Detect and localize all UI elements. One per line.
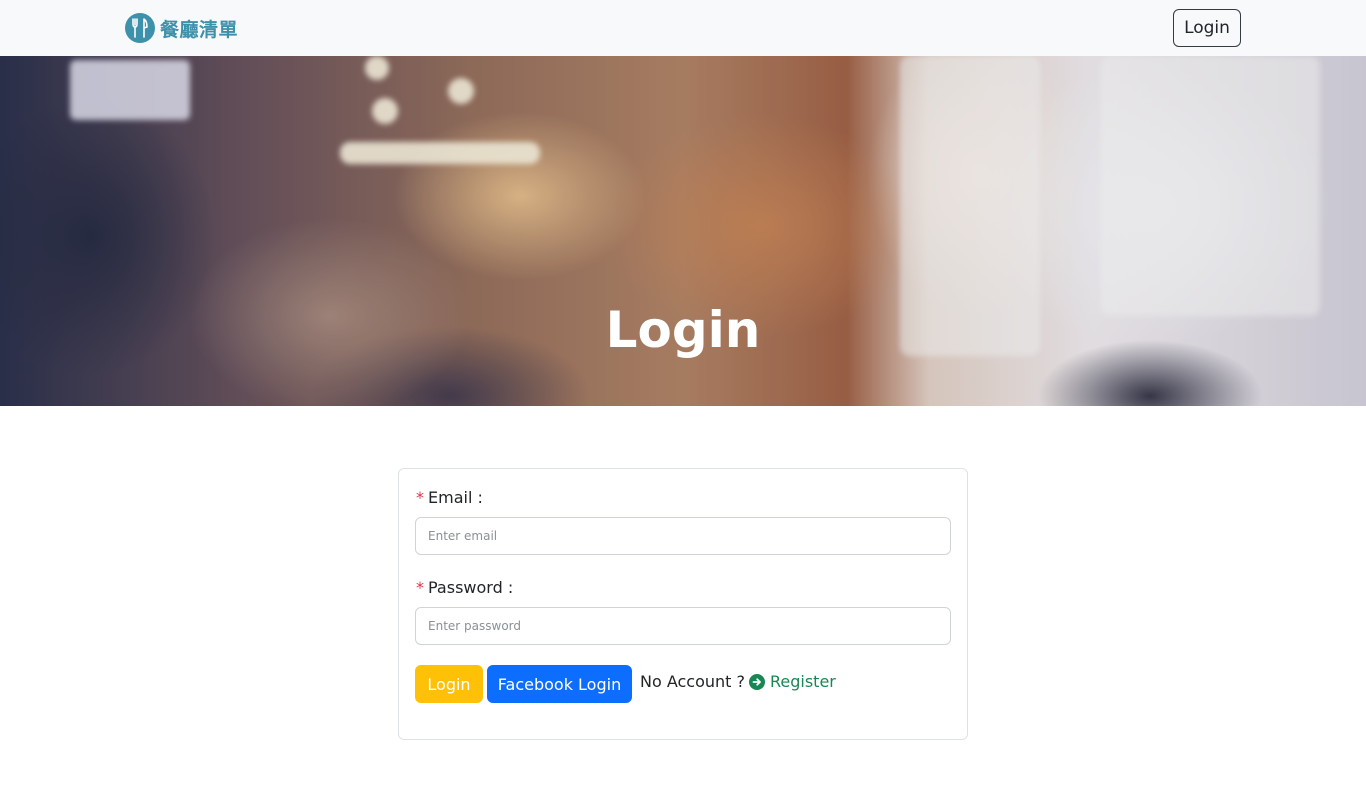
required-mark: *: [416, 488, 424, 507]
email-label: * Email :: [416, 488, 483, 507]
hero-banner: Login: [0, 56, 1366, 406]
arrow-circle-right-icon: [749, 673, 765, 690]
password-label: * Password :: [416, 578, 513, 597]
brand-link[interactable]: 餐廳清單: [125, 13, 238, 43]
login-form-card: *Email : *Password : Login Facebook Logi…: [398, 468, 968, 740]
navbar: 餐廳清單 Login: [0, 0, 1366, 56]
password-input[interactable]: [415, 607, 951, 645]
required-mark: *: [416, 578, 424, 597]
facebook-login-button[interactable]: Facebook Login: [487, 665, 632, 703]
password-label-text: Password :: [428, 578, 514, 597]
register-link-text: Register: [770, 672, 836, 691]
login-button[interactable]: Login: [415, 665, 483, 703]
register-link[interactable]: Register: [749, 672, 836, 691]
brand-title: 餐廳清單: [160, 18, 239, 41]
email-input[interactable]: [415, 517, 951, 555]
navbar-login-button[interactable]: Login: [1173, 9, 1241, 47]
no-account-text: No Account ?: [640, 672, 746, 691]
email-label-text: Email :: [428, 488, 483, 507]
page-title: Login: [605, 301, 761, 359]
utensils-icon: [125, 13, 155, 43]
